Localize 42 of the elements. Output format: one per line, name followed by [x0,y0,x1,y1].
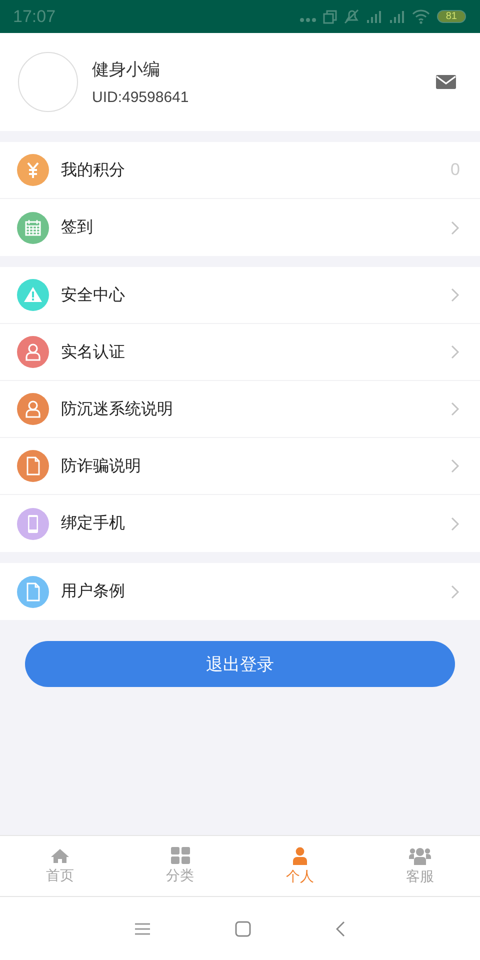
menu-item[interactable]: 安全中心 [0,267,480,324]
chevron-right-icon [451,459,460,473]
menu-icon[interactable] [135,922,150,934]
more-icon [300,18,316,22]
menu-item[interactable]: 用户条例 [0,563,480,620]
menu-item[interactable]: 实名认证 [0,324,480,381]
menu-item[interactable]: 防诈骗说明 [0,438,480,495]
person-icon [293,846,307,864]
mail-icon[interactable] [436,74,456,90]
signal-icon [366,10,382,24]
menu-item[interactable]: 签到 [0,199,480,256]
home-button-icon[interactable] [235,920,251,936]
menu-item[interactable]: 绑定手机 [0,495,480,552]
menu-label: 绑定手机 [61,513,126,534]
signal-icon [388,10,405,24]
bell-off-icon [344,9,359,24]
grid-icon [170,847,190,864]
menu-label: 安全中心 [61,284,126,306]
chevron-right-icon [451,402,460,416]
menu-label: 防诈骗说明 [61,456,142,476]
user-id: UID:49598641 [92,89,190,106]
clock-time: 17:07 [13,6,56,26]
battery-level: 81 [436,10,466,23]
group-icon [409,846,431,864]
user-name: 健身小编 [92,59,161,81]
chevron-right-icon [451,516,460,530]
avatar [18,52,78,112]
back-icon[interactable] [336,920,345,936]
chevron-right-icon [451,584,460,598]
chevron-right-icon [451,288,460,302]
wifi-icon [412,9,430,24]
menu-label: 防沉迷系统说明 [61,398,174,420]
menu-label: 我的积分 [61,160,126,180]
menu-label: 实名认证 [61,342,126,362]
screen-icon [322,10,337,24]
chevron-right-icon [451,345,460,359]
chevron-right-icon [451,220,460,234]
logout-button[interactable]: 退出登录 [25,641,455,687]
home-icon [51,848,69,864]
menu-item[interactable]: 防沉迷系统说明 [0,381,480,438]
menu-label: 签到 [61,217,94,238]
menu-label: 用户条例 [61,581,126,602]
